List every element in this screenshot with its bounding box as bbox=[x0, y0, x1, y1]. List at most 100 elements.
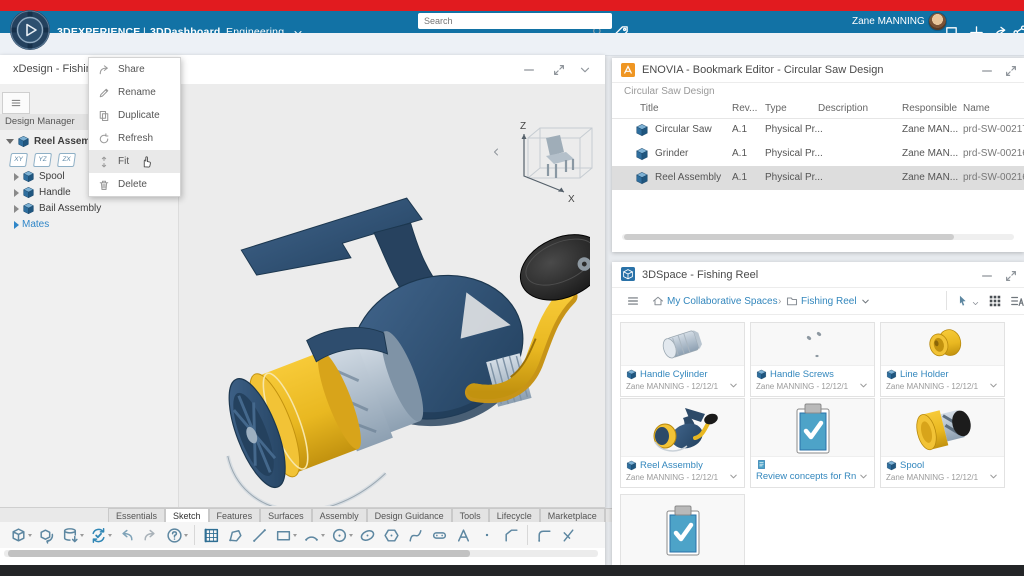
minimize-icon[interactable] bbox=[980, 269, 994, 283]
edit-sketch-icon[interactable] bbox=[223, 524, 247, 546]
chevron-down-icon[interactable] bbox=[728, 471, 739, 482]
text-tool-icon[interactable] bbox=[451, 524, 475, 546]
dropdown-arrow[interactable] bbox=[80, 534, 84, 537]
enovia-window-header[interactable]: ENOVIA - Bookmark Editor - Circular Saw … bbox=[612, 58, 1024, 83]
tile-reel-assembly[interactable]: Reel Assembly Zane MANNING - 12/12/1 bbox=[620, 398, 745, 488]
tree-node-bail-assembly[interactable]: Bail Assembly bbox=[0, 201, 186, 216]
save-data-icon[interactable] bbox=[58, 524, 82, 546]
ribbon-tab-design-guidance[interactable]: Design Guidance bbox=[367, 508, 452, 522]
tile-review-concepts[interactable]: Review concepts for Rn bbox=[750, 398, 875, 488]
3dspace-window-header[interactable]: 3DSpace - Fishing Reel bbox=[612, 262, 1024, 288]
circle-tool-icon[interactable] bbox=[327, 524, 351, 546]
ribbon-tab-features[interactable]: Features bbox=[209, 508, 261, 522]
list-view-icon[interactable] bbox=[1010, 294, 1024, 308]
menu-item-fit[interactable]: Fit bbox=[89, 150, 180, 173]
ribbon-tab-marketplace[interactable]: Marketplace bbox=[540, 508, 605, 522]
avatar[interactable] bbox=[928, 12, 947, 31]
tree-menu-button[interactable] bbox=[2, 92, 30, 114]
minimize-icon[interactable] bbox=[522, 63, 536, 77]
dropdown-arrow[interactable] bbox=[184, 534, 188, 537]
view-cube[interactable]: Z X bbox=[502, 114, 598, 206]
grid-view-icon[interactable] bbox=[988, 294, 1002, 308]
scrollbar-thumb[interactable] bbox=[624, 234, 954, 240]
ribbon-tab-lifecycle[interactable]: Lifecycle bbox=[489, 508, 540, 522]
arc-tool-icon[interactable] bbox=[299, 524, 323, 546]
undo-icon[interactable] bbox=[114, 524, 138, 546]
chevron-down-icon[interactable] bbox=[971, 299, 980, 308]
dropdown-arrow[interactable] bbox=[349, 534, 353, 537]
tree-node-mates[interactable]: Mates bbox=[0, 217, 186, 232]
column-responsible[interactable]: Responsible bbox=[902, 103, 957, 114]
user-name[interactable]: Zane MANNING bbox=[852, 16, 925, 27]
hamburger-icon[interactable] bbox=[626, 294, 640, 308]
expand-icon[interactable] bbox=[1004, 64, 1018, 78]
new-part-icon[interactable] bbox=[6, 524, 30, 546]
polygon-tool-icon[interactable] bbox=[379, 524, 403, 546]
ribbon-tab-essentials[interactable]: Essentials bbox=[108, 508, 165, 522]
line-tool-icon[interactable] bbox=[247, 524, 271, 546]
dropdown-arrow[interactable] bbox=[108, 534, 112, 537]
tile-line-holder[interactable]: Line Holder Zane MANNING - 12/12/1 bbox=[880, 322, 1005, 397]
column-description[interactable]: Description bbox=[818, 103, 868, 114]
tree-collapse-arrow[interactable] bbox=[14, 205, 19, 213]
selection-pointer-icon[interactable] bbox=[956, 294, 970, 308]
tree-collapse-arrow[interactable] bbox=[14, 189, 19, 197]
plane-xy-badge[interactable]: XY bbox=[9, 153, 28, 167]
minimize-icon[interactable] bbox=[980, 64, 994, 78]
dropdown-arrow[interactable] bbox=[28, 534, 32, 537]
menu-item-delete[interactable]: Delete bbox=[89, 173, 180, 196]
expand-icon[interactable] bbox=[552, 63, 566, 77]
plane-zx-badge[interactable]: ZX bbox=[57, 153, 76, 167]
slot-tool-icon[interactable] bbox=[427, 524, 451, 546]
expand-icon[interactable] bbox=[1004, 269, 1018, 283]
column-title[interactable]: Title bbox=[640, 103, 659, 114]
table-row[interactable]: Circular Saw A.1 Physical Pr... Zane MAN… bbox=[612, 118, 1024, 142]
tree-collapse-arrow[interactable] bbox=[14, 173, 19, 181]
chevron-down-icon[interactable] bbox=[728, 380, 739, 391]
chevron-down-icon[interactable] bbox=[578, 63, 592, 77]
chevron-down-icon[interactable] bbox=[860, 296, 871, 307]
ribbon-tab-surfaces[interactable]: Surfaces bbox=[260, 508, 312, 522]
trim-tool-icon[interactable] bbox=[556, 524, 580, 546]
viewcube-collapse-chevron-icon[interactable] bbox=[490, 146, 502, 158]
redo-icon[interactable] bbox=[138, 524, 162, 546]
table-row[interactable]: Grinder A.1 Physical Pr... Zane MAN... p… bbox=[612, 142, 1024, 166]
chamfer-tool-icon[interactable] bbox=[499, 524, 523, 546]
tile-partial[interactable] bbox=[620, 494, 745, 565]
column-name[interactable]: Name bbox=[963, 103, 990, 114]
sketch-plane-icon[interactable] bbox=[199, 524, 223, 546]
plane-yz-badge[interactable]: YZ bbox=[33, 153, 52, 167]
chevron-down-icon[interactable] bbox=[858, 471, 869, 482]
ribbon-tab-tools[interactable]: Tools bbox=[452, 508, 489, 522]
ribbon-tab-sketch[interactable]: Sketch bbox=[165, 508, 209, 522]
point-tool-icon[interactable] bbox=[475, 524, 499, 546]
chevron-down-icon[interactable] bbox=[988, 380, 999, 391]
sync-check-icon[interactable] bbox=[86, 524, 110, 546]
tile-handle-cylinder[interactable]: Handle Cylinder Zane MANNING - 12/12/1 bbox=[620, 322, 745, 397]
dropdown-arrow[interactable] bbox=[293, 534, 297, 537]
column-type[interactable]: Type bbox=[765, 103, 787, 114]
update-model-icon[interactable] bbox=[34, 524, 58, 546]
spline-tool-icon[interactable] bbox=[403, 524, 427, 546]
rectangle-tool-icon[interactable] bbox=[271, 524, 295, 546]
column-rev[interactable]: Rev... bbox=[732, 103, 757, 114]
scrollbar-thumb[interactable] bbox=[8, 550, 470, 557]
ribbon-tab-assembly[interactable]: Assembly bbox=[312, 508, 367, 522]
chevron-down-icon[interactable] bbox=[988, 471, 999, 482]
tree-expand-arrow[interactable] bbox=[6, 139, 14, 144]
3dexperience-compass-logo[interactable] bbox=[9, 9, 51, 51]
tile-handle-screws[interactable]: Handle Screws Zane MANNING - 12/12/1 bbox=[750, 322, 875, 397]
tile-spool[interactable]: Spool Zane MANNING - 12/12/1 bbox=[880, 398, 1005, 488]
table-scrollbar[interactable] bbox=[622, 234, 1014, 240]
menu-item-duplicate[interactable]: Duplicate bbox=[89, 104, 180, 127]
menu-item-rename[interactable]: Rename bbox=[89, 81, 180, 104]
fillet-tool-icon[interactable] bbox=[532, 524, 556, 546]
search-input[interactable] bbox=[418, 13, 612, 29]
ellipse-tool-icon[interactable] bbox=[355, 524, 379, 546]
chevron-down-icon[interactable] bbox=[858, 380, 869, 391]
help-icon[interactable] bbox=[162, 524, 186, 546]
tree-collapse-arrow[interactable] bbox=[14, 221, 19, 229]
table-row-selected[interactable]: Reel Assembly A.1 Physical Pr... Zane MA… bbox=[612, 166, 1024, 190]
breadcrumb-root[interactable]: My Collaborative Spaces bbox=[667, 296, 778, 307]
toolbar-scrollbar[interactable] bbox=[4, 550, 598, 557]
